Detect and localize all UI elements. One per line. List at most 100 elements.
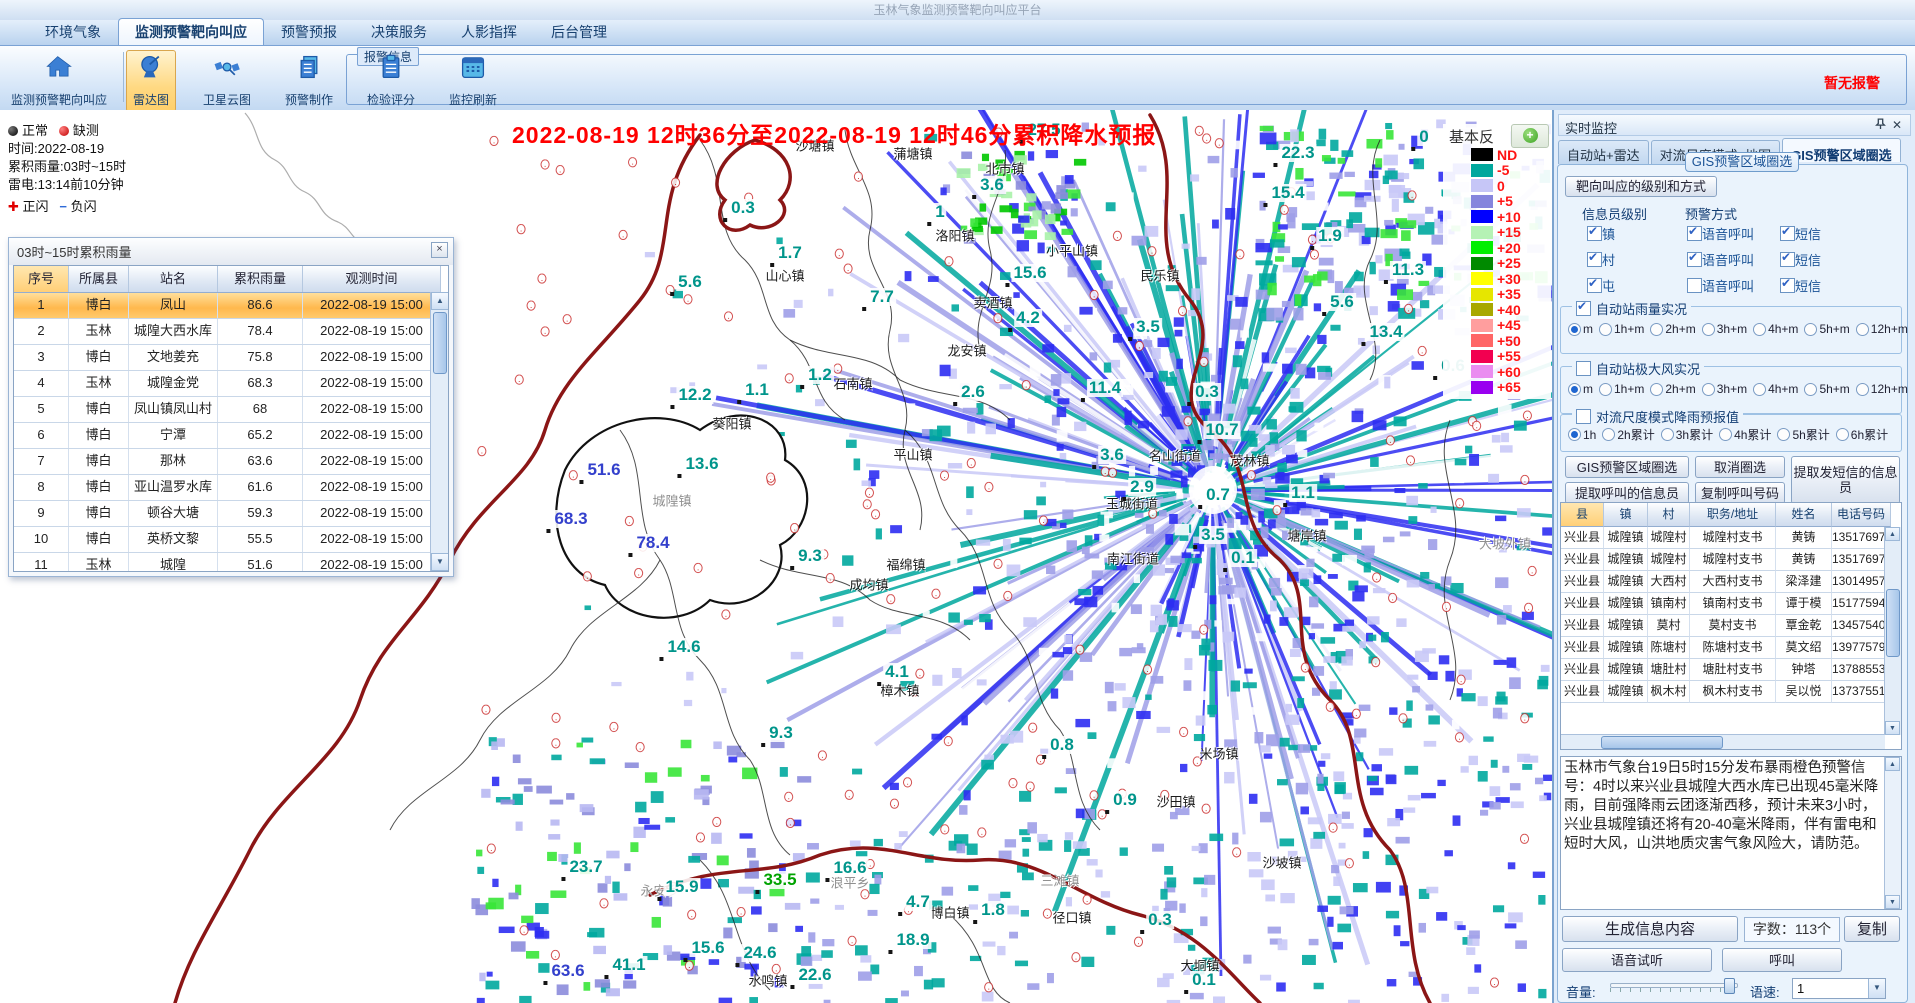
rain-col-header-所属县[interactable]: 所属县 [69,266,129,292]
legend-add-button[interactable]: + [1511,124,1549,148]
scroll-up-icon[interactable]: ▲ [1885,757,1900,771]
message-vscrollbar[interactable]: ▲ ▼ [1884,757,1901,909]
radio-2h+m[interactable]: 2h+m [1650,322,1695,336]
radio-5h+m[interactable]: 5h+m [1804,382,1849,396]
rain-col-header-观测时间[interactable]: 观测时间 [303,266,441,292]
cancel-select-button[interactable]: 取消圈选 [1695,456,1785,478]
voice-preview-button[interactable]: 语音试听 [1562,948,1712,972]
radio-1h[interactable]: 1h [1568,428,1596,442]
contact-row[interactable]: 兴业县城隍镇城隍村城隍村支书黄铸135176975 [1561,527,1901,549]
toolbar-button-检验评分[interactable]: 检验评分 [360,50,422,112]
table-row[interactable]: 11玉林城隍51.62022-08-19 15:00 [14,553,448,572]
contact-row[interactable]: 兴业县城隍镇城隍村城隍村支书黄铸135176975 [1561,549,1901,571]
scroll-down-icon[interactable]: ▼ [1885,895,1900,909]
menu-tab-环境气象[interactable]: 环境气象 [28,18,118,45]
slider-handle[interactable] [1724,978,1735,994]
sms-checkbox[interactable] [1780,252,1795,267]
copy-button[interactable]: 复制 [1844,916,1900,942]
menu-tab-监测预警靶向叫应[interactable]: 监测预警靶向叫应 [118,18,264,45]
contact-col-header-县[interactable]: 县 [1561,503,1604,527]
toolbar-button-卫星云图[interactable]: 卫星云图 [196,50,258,112]
panel-tab-自动站+雷达[interactable]: 自动站+雷达 [1558,140,1649,164]
radio-1h+m[interactable]: 1h+m [1599,322,1644,336]
menu-tab-决策服务[interactable]: 决策服务 [354,18,444,45]
table-row[interactable]: 7博白那林63.62022-08-19 15:00 [14,449,448,475]
contact-col-header-电话号码[interactable]: 电话号码 [1832,503,1891,527]
wind-group-checkbox[interactable] [1576,361,1591,376]
panel-tab-GIS预警区域圈选[interactable]: GIS预警区域圈选 [1782,138,1900,162]
table-row[interactable]: 10博白英桥文黎55.52022-08-19 15:00 [14,527,448,553]
voice-checkbox[interactable] [1687,252,1702,267]
hamlet-checkbox[interactable] [1587,278,1602,293]
scroll-thumb[interactable] [1886,589,1900,657]
voice-checkbox[interactable] [1687,226,1702,241]
rain-table-window[interactable]: 03时~15时累积雨量 × 序号所属县站名累积雨量观测时间 1博白凤山86.62… [8,237,454,577]
sms-checkbox[interactable] [1780,278,1795,293]
generate-message-button[interactable]: 生成信息内容 [1562,916,1738,942]
table-row[interactable]: 8博白亚山温罗水库61.62022-08-19 15:00 [14,475,448,501]
table-row[interactable]: 3博白文地姜充75.82022-08-19 15:00 [14,345,448,371]
close-icon[interactable]: ✕ [1892,118,1902,132]
chevron-down-icon[interactable]: ▼ [1868,979,1885,998]
contact-col-header-姓名[interactable]: 姓名 [1776,503,1832,527]
radio-5h累计[interactable]: 5h累计 [1777,426,1829,443]
contact-row[interactable]: 兴业县城隍镇镇南村镇南村支书谭于模151775946 [1561,593,1901,615]
extract-sms-button[interactable]: 提取发短信的信息员 [1791,456,1900,504]
table-row[interactable]: 1博白凤山86.62022-08-19 15:00 [14,293,448,319]
rain-col-header-序号[interactable]: 序号 [14,266,69,292]
contact-row[interactable]: 兴业县城隍镇枫木村枫木村支书吴以悦137375511 [1561,681,1901,703]
sms-checkbox[interactable] [1780,226,1795,241]
toolbar-button-预警制作[interactable]: 预警制作 [278,50,340,112]
radio-3h+m[interactable]: 3h+m [1702,382,1747,396]
toolbar-button-雷达图[interactable]: 雷达图 [126,50,176,112]
rain-table-scrollbar[interactable]: ▲ ▼ [430,292,448,571]
radio-4h累计[interactable]: 4h累计 [1719,426,1771,443]
contact-col-header-职务/地址[interactable]: 职务/地址 [1690,503,1776,527]
volume-slider[interactable] [1610,978,1738,992]
contact-col-header-镇[interactable]: 镇 [1604,503,1648,527]
forecast-group-checkbox[interactable] [1576,409,1591,424]
toolbar-button-监控刷新[interactable]: 监控刷新 [442,50,504,112]
table-row[interactable]: 6博白宁潭65.22022-08-19 15:00 [14,423,448,449]
scroll-thumb[interactable] [1601,736,1723,749]
menu-tab-人影指挥[interactable]: 人影指挥 [444,18,534,45]
level-mode-button[interactable]: 靶向叫应的级别和方式 [1565,176,1717,197]
radio-3h+m[interactable]: 3h+m [1702,322,1747,336]
radio-2h+m[interactable]: 2h+m [1650,382,1695,396]
village-checkbox[interactable] [1587,252,1602,267]
radio-12h+m[interactable]: 12h+m [1856,382,1908,396]
contact-row[interactable]: 兴业县城隍镇塘肚村塘肚村支书钟塔137885534 [1561,659,1901,681]
table-row[interactable]: 5博白凤山镇凤山村682022-08-19 15:00 [14,397,448,423]
rain-col-header-累积雨量[interactable]: 累积雨量 [218,266,303,292]
gis-select-button[interactable]: GIS预警区域圈选 [1565,456,1689,478]
radio-5h+m[interactable]: 5h+m [1804,322,1849,336]
pin-icon[interactable] [1875,118,1886,132]
message-box[interactable]: 玉林市气象台19日5时15分发布暴雨橙色预警信号：4时以来兴业县城隍大西水库已出… [1560,756,1902,910]
radio-12h+m[interactable]: 12h+m [1856,322,1908,336]
contact-table[interactable]: 县镇村职务/地址姓名电话号码 兴业县城隍镇城隍村城隍村支书黄铸135176975… [1560,502,1902,750]
radio-1h+m[interactable]: 1h+m [1599,382,1644,396]
table-row[interactable]: 2玉林城隍大西水库78.42022-08-19 15:00 [14,319,448,345]
extract-call-button[interactable]: 提取呼叫的信息员 [1565,482,1689,504]
contact-table-hscrollbar[interactable] [1561,734,1885,749]
contact-table-vscrollbar[interactable]: ▲ ▼ [1884,527,1901,735]
radio-m[interactable]: m [1568,322,1593,336]
contact-row[interactable]: 兴业县城隍镇莫村莫村支书覃金乾134575405 [1561,615,1901,637]
copy-number-button[interactable]: 复制呼叫号码 [1695,482,1785,504]
radio-6h累计[interactable]: 6h累计 [1836,426,1888,443]
scroll-down-icon[interactable]: ▼ [1885,721,1900,735]
rain-col-header-站名[interactable]: 站名 [129,266,218,292]
contact-col-header-村[interactable]: 村 [1648,503,1690,527]
radio-3h累计[interactable]: 3h累计 [1661,426,1713,443]
scroll-down-icon[interactable]: ▼ [431,553,449,571]
scroll-thumb[interactable] [433,312,447,374]
radio-4h+m[interactable]: 4h+m [1753,322,1798,336]
scroll-up-icon[interactable]: ▲ [431,292,449,310]
table-row[interactable]: 4玉林城隍金党68.32022-08-19 15:00 [14,371,448,397]
voice-checkbox[interactable] [1687,278,1702,293]
menu-tab-预警预报[interactable]: 预警预报 [264,18,354,45]
radio-2h累计[interactable]: 2h累计 [1602,426,1654,443]
menu-tab-后台管理[interactable]: 后台管理 [534,18,624,45]
radio-m[interactable]: m [1568,382,1593,396]
table-row[interactable]: 9博白顿谷大塘59.32022-08-19 15:00 [14,501,448,527]
